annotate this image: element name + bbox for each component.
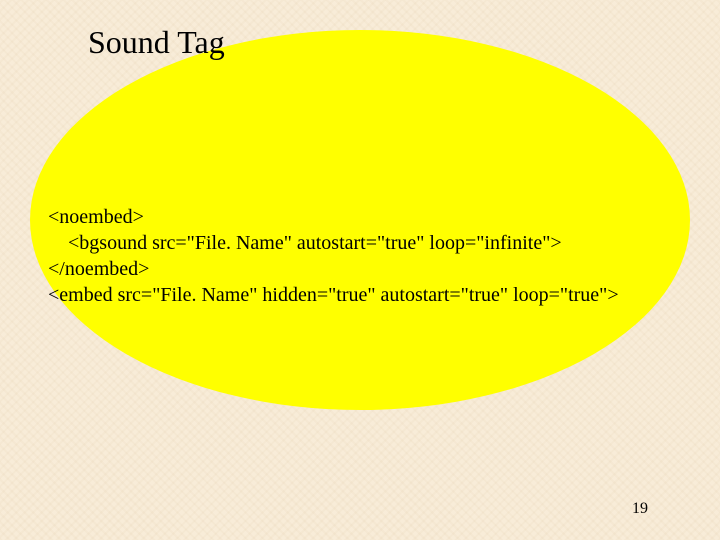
code-block: <noembed> <bgsound src="File. Name" auto… [48,178,619,308]
page-number: 19 [632,500,648,518]
code-line: <noembed> [48,206,144,228]
code-line: <embed src="File. Name" hidden="true" au… [48,284,619,306]
slide-title: Sound Tag [88,24,225,61]
code-line: <bgsound src="File. Name" autostart="tru… [48,232,562,254]
code-line: </noembed> [48,258,149,280]
